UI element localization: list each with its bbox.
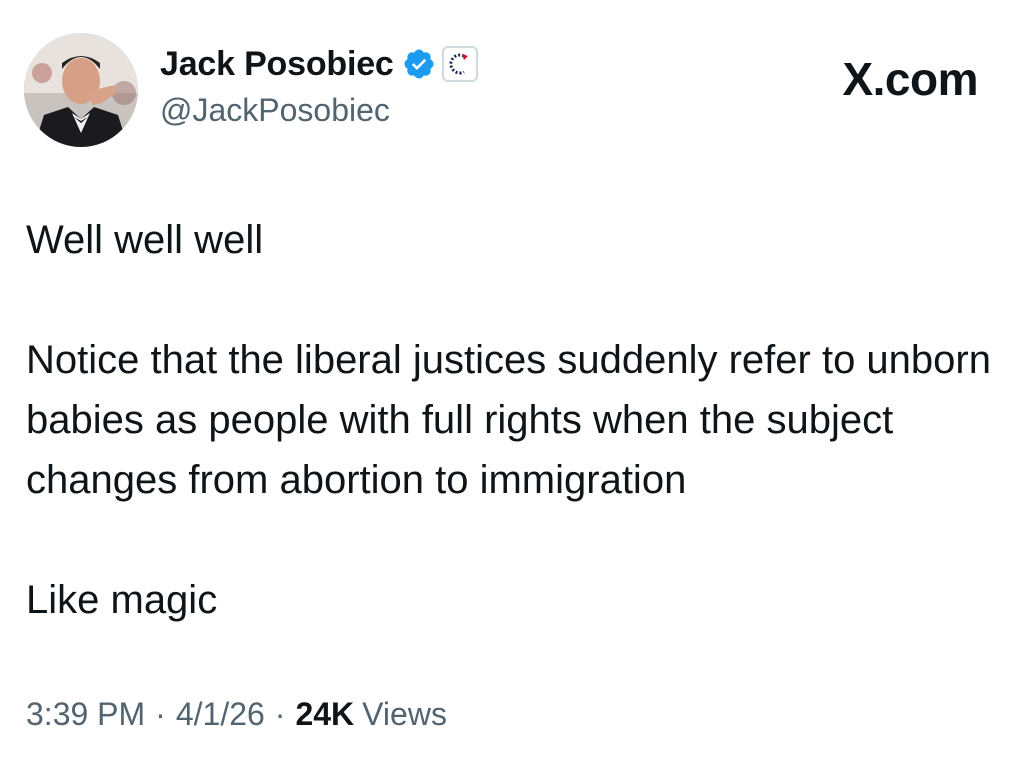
- name-row: Jack Posobiec: [160, 44, 478, 84]
- tweet-screenshot: Jack Posobiec @JackPosobiec X.com Well w…: [0, 0, 1024, 766]
- meta-separator: ·: [155, 696, 166, 732]
- user-handle[interactable]: @JackPosobiec: [160, 92, 390, 129]
- tweet-paragraph: Like magic: [26, 578, 218, 622]
- post-date[interactable]: 4/1/26: [176, 696, 265, 733]
- tweet-paragraph: Well well well: [26, 218, 264, 262]
- views-count[interactable]: 24K: [295, 696, 354, 733]
- affiliate-badge-icon[interactable]: [441, 46, 478, 82]
- avatar-photo: [24, 33, 138, 147]
- site-label: X.com: [842, 53, 978, 105]
- display-name[interactable]: Jack Posobiec: [160, 45, 394, 84]
- tweet-meta: 3:39 PM · 4/1/26 · 24K Views: [26, 696, 447, 733]
- tweet-paragraph: Notice that the liberal justices suddenl…: [26, 338, 991, 502]
- meta-separator: ·: [274, 696, 286, 732]
- views-label: Views: [362, 696, 447, 732]
- avatar[interactable]: [24, 33, 138, 147]
- post-time[interactable]: 3:39 PM: [26, 696, 145, 733]
- verified-badge-icon: [402, 47, 436, 81]
